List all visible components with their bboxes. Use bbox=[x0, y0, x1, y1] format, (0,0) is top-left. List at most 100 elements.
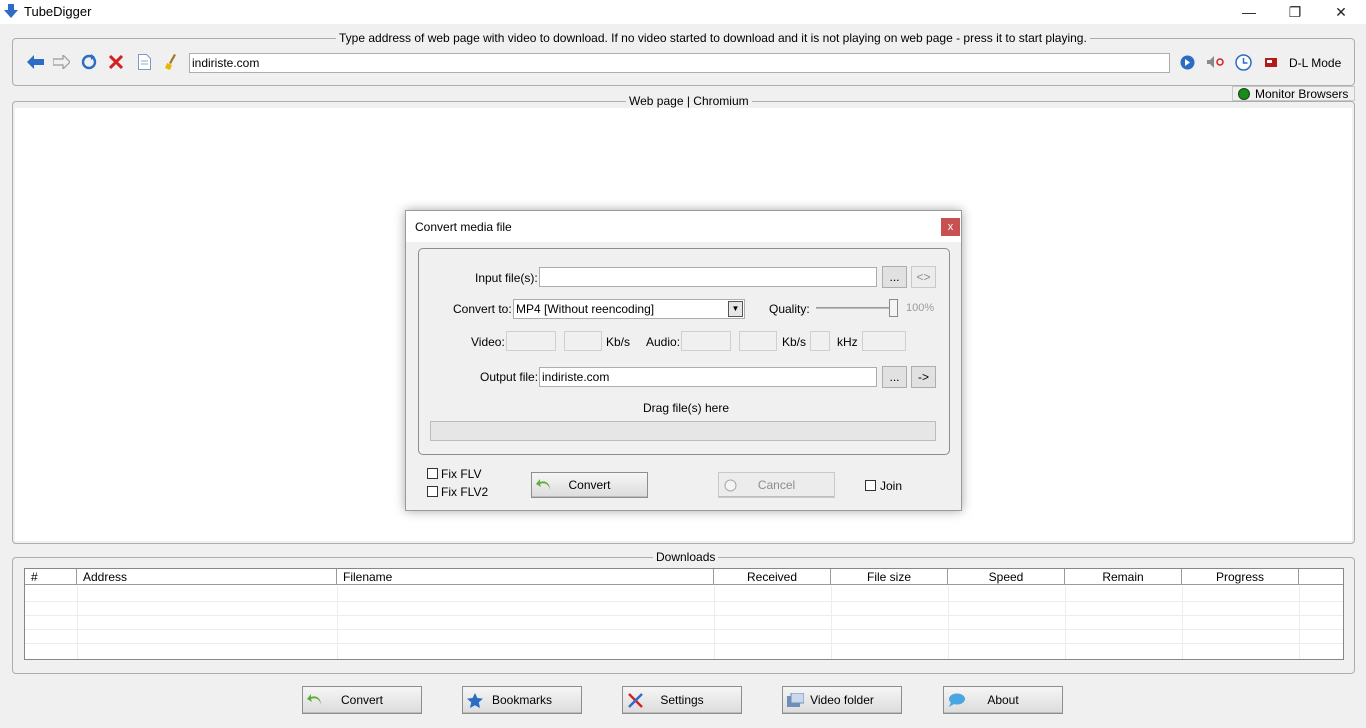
audio-bitrate-field[interactable] bbox=[739, 331, 777, 351]
chevron-down-icon[interactable]: ▼ bbox=[728, 301, 743, 317]
convert-label: Convert bbox=[340, 693, 384, 707]
input-files-label: Input file(s): bbox=[475, 271, 538, 285]
quality-value: 100% bbox=[906, 302, 935, 314]
quality-track bbox=[816, 307, 896, 309]
video-folder-label: Video folder bbox=[810, 693, 874, 707]
address-group-title: Type address of web page with video to d… bbox=[336, 31, 1090, 45]
mute-icon[interactable] bbox=[1206, 53, 1224, 71]
audio-kbs-unit: Kb/s bbox=[782, 335, 807, 349]
quality-label: Quality: bbox=[769, 302, 810, 316]
grid-line bbox=[77, 586, 78, 659]
grid-line bbox=[1065, 586, 1066, 659]
fix-flv-label[interactable]: Fix FLV bbox=[441, 467, 481, 481]
settings-button[interactable]: Settings bbox=[622, 686, 742, 714]
dl-mode-label[interactable]: D-L Mode bbox=[1289, 56, 1341, 70]
record-icon[interactable] bbox=[1262, 53, 1280, 71]
fix-flv-checkbox[interactable] bbox=[427, 468, 438, 479]
grid-line bbox=[25, 629, 1343, 630]
tools-icon bbox=[628, 693, 643, 708]
audio-label: Audio: bbox=[646, 335, 681, 349]
column-header-progress[interactable]: Progress bbox=[1182, 569, 1299, 585]
progress-bar bbox=[430, 421, 936, 441]
quality-slider[interactable] bbox=[816, 299, 898, 317]
column-header-address[interactable]: Address bbox=[77, 569, 337, 585]
dialog-title: Convert media file bbox=[415, 220, 512, 234]
forward-icon[interactable] bbox=[52, 53, 70, 71]
column-header-received[interactable]: Received bbox=[714, 569, 831, 585]
grid-line bbox=[1182, 586, 1183, 659]
output-file-label: Output file: bbox=[480, 370, 539, 384]
about-button[interactable]: About bbox=[943, 686, 1063, 714]
fix-flv2-label[interactable]: Fix FLV2 bbox=[441, 485, 488, 499]
browser-group-title: Web page | Chromium bbox=[626, 94, 752, 108]
clear-icon[interactable] bbox=[162, 53, 180, 71]
audio-channels-field[interactable] bbox=[810, 331, 830, 351]
quality-thumb[interactable] bbox=[889, 299, 898, 317]
fix-flv2-checkbox[interactable] bbox=[427, 486, 438, 497]
grid-line bbox=[714, 586, 715, 659]
column-header-index[interactable]: # bbox=[25, 569, 77, 585]
audio-codec-field[interactable] bbox=[681, 331, 731, 351]
video-bitrate-field[interactable] bbox=[564, 331, 602, 351]
video-label: Video: bbox=[471, 335, 505, 349]
grid-line bbox=[1299, 586, 1300, 659]
convert-to-label: Convert to: bbox=[453, 302, 512, 316]
go-icon[interactable] bbox=[1178, 53, 1196, 71]
monitor-browsers-toggle[interactable]: Monitor Browsers bbox=[1232, 86, 1355, 101]
title-bar: TubeDigger — ❐ ✕ bbox=[0, 0, 1366, 24]
star-icon bbox=[467, 693, 483, 708]
monitor-status-icon bbox=[1238, 87, 1250, 100]
clock-icon[interactable] bbox=[1234, 53, 1252, 71]
convert-to-value: MP4 [Without reencoding] bbox=[516, 302, 655, 316]
column-header-speed[interactable]: Speed bbox=[948, 569, 1065, 585]
grid-line bbox=[948, 586, 949, 659]
restore-button[interactable]: ❐ bbox=[1272, 0, 1318, 24]
grid-line bbox=[25, 601, 1343, 602]
url-input[interactable] bbox=[189, 53, 1170, 73]
column-header-filename[interactable]: Filename bbox=[337, 569, 714, 585]
grid-line bbox=[25, 615, 1343, 616]
output-file-field[interactable] bbox=[539, 367, 877, 387]
video-codec-field[interactable] bbox=[506, 331, 556, 351]
swap-input-button[interactable]: <> bbox=[911, 266, 936, 288]
bookmarks-button[interactable]: Bookmarks bbox=[462, 686, 582, 714]
page-icon[interactable] bbox=[135, 53, 153, 71]
open-output-button[interactable]: -> bbox=[911, 366, 936, 388]
about-label: About bbox=[987, 693, 1019, 707]
grid-line bbox=[831, 586, 832, 659]
join-label[interactable]: Join bbox=[880, 479, 902, 493]
column-header-remain[interactable]: Remain bbox=[1065, 569, 1182, 585]
grid-line bbox=[25, 643, 1343, 644]
convert-dialog: Convert media file x Input file(s): ... … bbox=[405, 210, 962, 511]
video-kbs-unit: Kb/s bbox=[606, 335, 631, 349]
khz-unit: kHz bbox=[837, 335, 858, 349]
minimize-button[interactable]: — bbox=[1226, 0, 1272, 24]
downloads-table[interactable]: # Address Filename Received File size Sp… bbox=[24, 568, 1344, 660]
bookmarks-label: Bookmarks bbox=[491, 693, 553, 707]
convert-icon bbox=[307, 694, 321, 705]
chat-icon bbox=[949, 693, 965, 707]
convert-to-select[interactable]: MP4 [Without reencoding] ▼ bbox=[513, 299, 745, 319]
sample-rate-field[interactable] bbox=[862, 331, 906, 351]
browse-output-button[interactable]: ... bbox=[882, 366, 907, 388]
grid-line bbox=[337, 586, 338, 659]
monitor-browsers-label: Monitor Browsers bbox=[1255, 86, 1349, 101]
column-header-filler bbox=[1299, 569, 1343, 585]
dialog-close-button[interactable]: x bbox=[941, 218, 960, 236]
dialog-cancel-button[interactable]: Cancel bbox=[718, 472, 835, 498]
drag-hint: Drag file(s) here bbox=[643, 401, 730, 415]
browse-input-button[interactable]: ... bbox=[882, 266, 907, 288]
stop-icon[interactable] bbox=[107, 53, 125, 71]
video-folder-button[interactable]: Video folder bbox=[782, 686, 902, 714]
dialog-convert-label: Convert bbox=[568, 478, 611, 492]
join-checkbox[interactable] bbox=[865, 480, 876, 491]
back-icon[interactable] bbox=[26, 53, 44, 71]
convert-button[interactable]: Convert bbox=[302, 686, 422, 714]
close-window-button[interactable]: ✕ bbox=[1318, 0, 1364, 24]
dialog-header: Convert media file x bbox=[406, 211, 961, 242]
column-header-file-size[interactable]: File size bbox=[831, 569, 948, 585]
refresh-icon[interactable] bbox=[80, 53, 98, 71]
input-files-field[interactable] bbox=[539, 267, 877, 287]
dialog-convert-button[interactable]: Convert bbox=[531, 472, 648, 498]
app-title: TubeDigger bbox=[24, 4, 92, 19]
